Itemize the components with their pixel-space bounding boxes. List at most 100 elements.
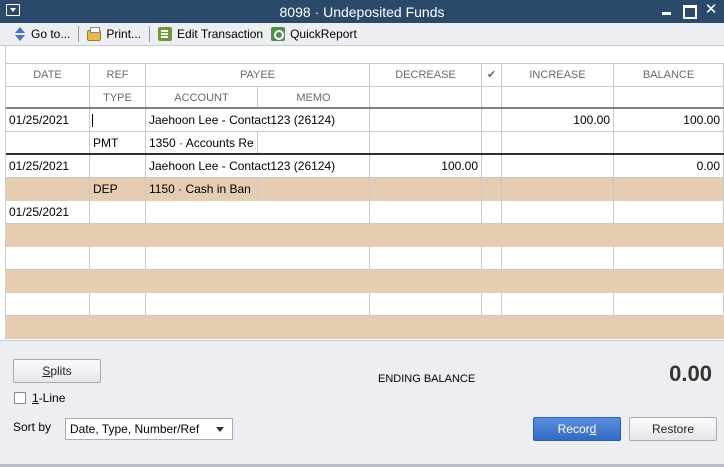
empty-cell — [482, 293, 502, 315]
txn-ref[interactable] — [90, 155, 146, 177]
txn-memo[interactable] — [258, 178, 370, 200]
transaction-row[interactable]: 01/25/2021 Jaehoon Lee - Contact123 (261… — [6, 109, 724, 132]
edit-transaction-label: Edit Transaction — [177, 27, 264, 41]
empty-cell — [502, 293, 614, 315]
txn-account[interactable]: 1350 · Accounts Re — [146, 132, 258, 153]
window-title: 8098 · Undeposited Funds — [279, 4, 445, 20]
col-header-balance[interactable]: BALANCE — [614, 64, 724, 86]
goto-label: Go to... — [31, 27, 71, 41]
splits-label: plits — [50, 364, 72, 378]
title-bar: 8098 · Undeposited Funds ✕ — [0, 0, 724, 23]
txn-cleared[interactable] — [482, 201, 502, 223]
col-header-type[interactable]: TYPE — [90, 87, 146, 107]
txn-decrease[interactable]: 100.00 — [370, 155, 482, 177]
col-header-blank — [482, 87, 502, 107]
col-header-blank — [6, 87, 90, 107]
quickreport-button[interactable]: QuickReport — [267, 25, 361, 44]
txn-account[interactable]: 1150 · Cash in Ban — [146, 178, 258, 200]
one-line-label: 1-Line — [32, 391, 65, 405]
transaction-row-detail[interactable]: PMT 1350 · Accounts Re — [6, 132, 724, 155]
sort-by-select[interactable]: Date, Type, Number/Ref — [65, 418, 233, 440]
txn-balance: 0.00 — [614, 155, 724, 177]
txn-payee[interactable]: Jaehoon Lee - Contact123 (26124) — [146, 155, 370, 177]
col-header-cleared[interactable]: ✔ — [482, 64, 502, 86]
col-header-payee[interactable]: PAYEE — [146, 64, 370, 86]
empty-row — [6, 224, 724, 247]
txn-cleared[interactable] — [482, 155, 502, 177]
empty-cell — [370, 293, 482, 315]
col-header-account[interactable]: ACCOUNT — [146, 87, 258, 107]
txn-decrease[interactable] — [370, 201, 482, 223]
empty-cell — [90, 293, 146, 315]
chevron-down-icon — [216, 427, 224, 432]
txn-blank — [6, 132, 90, 153]
txn-payee[interactable] — [146, 201, 370, 223]
register-grid: DATE REF PAYEE DECREASE ✔ INCREASE BALAN… — [5, 46, 724, 340]
edit-transaction-button[interactable]: Edit Transaction — [154, 25, 267, 44]
txn-date[interactable]: 01/25/2021 — [6, 201, 90, 223]
empty-cell — [6, 247, 90, 269]
printer-icon — [87, 26, 102, 41]
col-header-date[interactable]: DATE — [6, 64, 90, 86]
empty-cell — [614, 247, 724, 269]
txn-payee[interactable]: Jaehoon Lee - Contact123 (26124) — [146, 109, 370, 131]
empty-cell — [614, 293, 724, 315]
txn-blank — [614, 178, 724, 200]
one-line-checkbox[interactable] — [14, 392, 26, 404]
txn-blank — [482, 178, 502, 200]
txn-blank — [502, 132, 614, 153]
txn-type: PMT — [90, 132, 146, 153]
txn-blank — [502, 178, 614, 200]
one-line-toggle[interactable]: 1-Line — [14, 391, 65, 405]
txn-cleared[interactable] — [482, 109, 502, 131]
txn-date[interactable]: 01/25/2021 — [6, 155, 90, 177]
close-icon[interactable]: ✕ — [704, 2, 718, 17]
txn-ref[interactable] — [90, 109, 146, 131]
col-header-blank — [370, 87, 482, 107]
empty-row — [6, 293, 724, 316]
maximize-icon[interactable] — [682, 3, 697, 19]
col-header-decrease[interactable]: DECREASE — [370, 64, 482, 86]
ending-balance-value: 0.00 — [669, 361, 712, 386]
new-entry-row[interactable]: 01/25/2021 — [6, 201, 724, 224]
splits-button[interactable]: Splits — [13, 359, 101, 383]
register-blank-row — [6, 46, 724, 64]
quickreport-icon — [271, 27, 286, 41]
record-mnemonic: d — [589, 422, 597, 436]
ending-balance-label: ENDING BALANCE — [378, 373, 476, 385]
print-button[interactable]: Print... — [83, 25, 145, 44]
text-cursor — [92, 114, 93, 128]
one-line-label-rest: -Line — [38, 391, 66, 405]
txn-date[interactable]: 01/25/2021 — [6, 109, 90, 131]
transaction-row[interactable]: 01/25/2021 Jaehoon Lee - Contact123 (261… — [6, 155, 724, 178]
empty-cell — [370, 247, 482, 269]
txn-ref[interactable] — [90, 201, 146, 223]
txn-balance: 100.00 — [614, 109, 724, 131]
transaction-row-detail[interactable]: DEP 1150 · Cash in Ban — [6, 178, 724, 201]
col-header-ref[interactable]: REF — [90, 64, 146, 86]
empty-row — [6, 270, 724, 293]
col-header-memo[interactable]: MEMO — [258, 87, 370, 107]
txn-blank — [370, 132, 482, 153]
txn-increase[interactable] — [502, 155, 614, 177]
minimize-icon[interactable] — [660, 3, 674, 17]
sort-by-label: Sort by — [13, 420, 52, 434]
txn-blank — [370, 178, 482, 200]
empty-cell — [146, 293, 370, 315]
record-button[interactable]: Record — [533, 417, 621, 441]
col-header-increase[interactable]: INCREASE — [502, 64, 614, 86]
toolbar-divider — [78, 26, 80, 42]
empty-cell — [146, 247, 370, 269]
txn-increase[interactable] — [502, 201, 614, 223]
col-header-blank — [614, 87, 724, 107]
column-header-row: DATE REF PAYEE DECREASE ✔ INCREASE BALAN… — [6, 64, 724, 87]
txn-increase[interactable]: 100.00 — [502, 109, 614, 131]
txn-memo[interactable] — [258, 132, 370, 153]
restore-button[interactable]: Restore — [629, 417, 717, 441]
record-label: Recor — [557, 422, 590, 436]
txn-decrease[interactable] — [370, 109, 482, 131]
txn-type: DEP — [90, 178, 146, 200]
goto-button[interactable]: Go to... — [10, 25, 74, 44]
print-label: Print... — [106, 27, 142, 41]
column-header-row-2: TYPE ACCOUNT MEMO — [6, 87, 724, 109]
